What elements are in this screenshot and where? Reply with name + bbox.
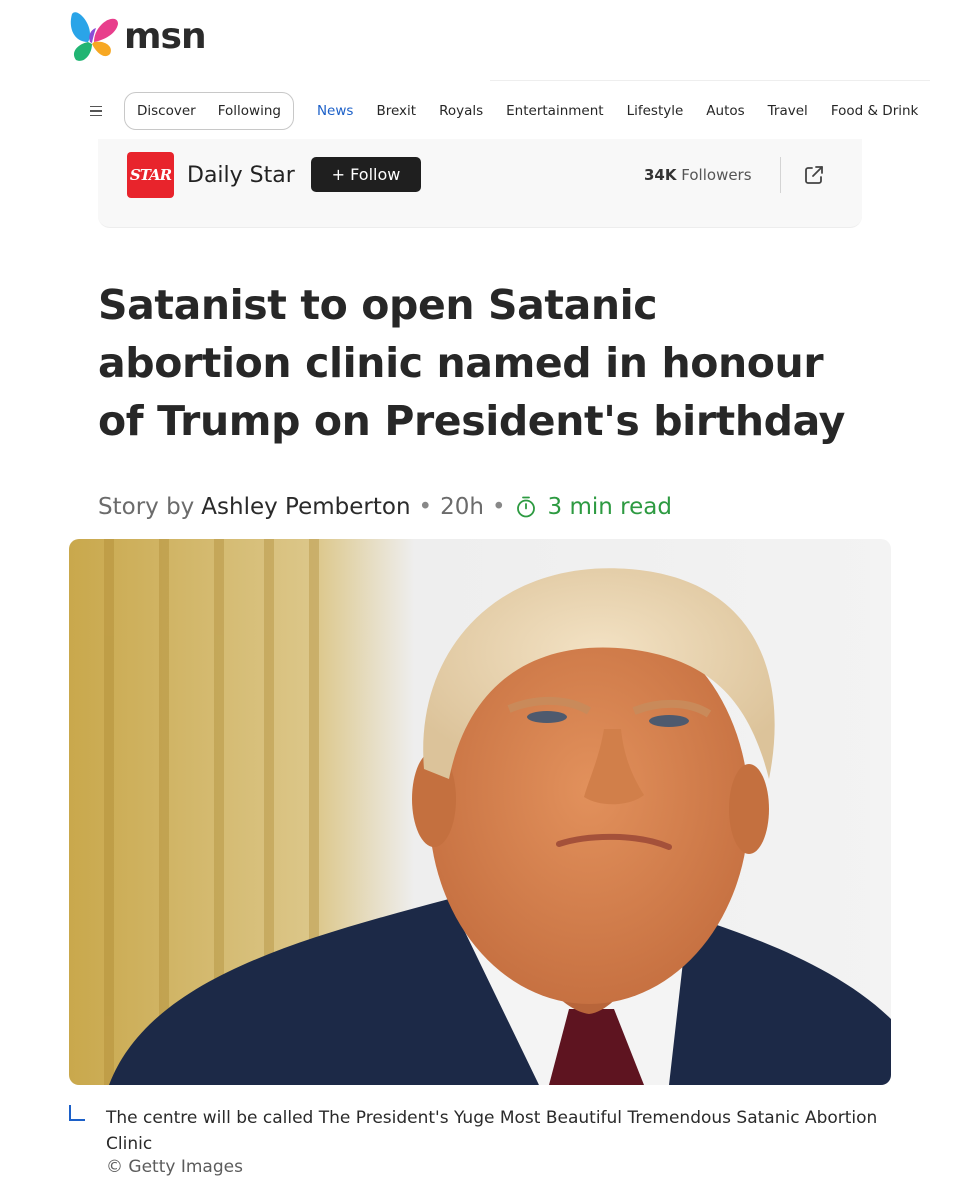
- daily-star-logo-text: STAR: [129, 166, 172, 184]
- image-credit: © Getty Images: [106, 1157, 243, 1177]
- external-link-icon[interactable]: [803, 164, 825, 186]
- byline-separator: •: [491, 494, 506, 520]
- byline: Story by Ashley Pemberton • 20h • 3 min …: [98, 491, 672, 523]
- article-age: 20h: [440, 494, 484, 520]
- follow-button[interactable]: + Follow: [311, 157, 421, 192]
- nav-link-autos[interactable]: Autos: [706, 103, 744, 119]
- category-links: News Brexit Royals Entertainment Lifesty…: [317, 103, 918, 119]
- read-time-label: 3 min read: [547, 494, 672, 520]
- nav-link-travel[interactable]: Travel: [768, 103, 808, 119]
- nav-link-news[interactable]: News: [317, 103, 353, 119]
- nav-link-royals[interactable]: Royals: [439, 103, 483, 119]
- source-bar: STAR Daily Star + Follow 34K Followers: [98, 139, 862, 228]
- read-time: 3 min read: [514, 494, 672, 520]
- author-name[interactable]: Ashley Pemberton: [201, 494, 410, 520]
- article-image[interactable]: [69, 539, 891, 1085]
- top-nav: Discover Following News Brexit Royals En…: [84, 92, 918, 130]
- caption-marker: [69, 1105, 85, 1121]
- byline-prefix: Story by: [98, 494, 195, 520]
- header-divider: [490, 80, 930, 81]
- msn-logo[interactable]: msn: [66, 8, 207, 64]
- source-divider: [780, 157, 781, 193]
- followers-number: 34K: [644, 166, 677, 184]
- followers-count: 34K Followers: [644, 166, 752, 184]
- byline-separator: •: [418, 494, 433, 520]
- butterfly-icon: [70, 12, 118, 61]
- followers-label: Followers: [681, 166, 752, 184]
- nav-link-entertainment[interactable]: Entertainment: [506, 103, 603, 119]
- brand-name: msn: [124, 15, 207, 57]
- hamburger-icon[interactable]: [84, 99, 108, 123]
- article-headline: Satanist to open Satanic abortion clinic…: [98, 281, 845, 445]
- stopwatch-icon: [516, 496, 535, 518]
- source-name[interactable]: Daily Star: [187, 163, 295, 188]
- feed-toggle: Discover Following: [124, 92, 294, 130]
- nav-link-brexit[interactable]: Brexit: [376, 103, 416, 119]
- nav-link-lifestyle[interactable]: Lifestyle: [627, 103, 684, 119]
- image-caption: The centre will be called The President'…: [106, 1108, 878, 1154]
- tab-following[interactable]: Following: [218, 103, 281, 119]
- daily-star-logo[interactable]: STAR: [127, 152, 174, 198]
- nav-link-food-drink[interactable]: Food & Drink: [831, 103, 919, 119]
- tab-discover[interactable]: Discover: [137, 103, 196, 119]
